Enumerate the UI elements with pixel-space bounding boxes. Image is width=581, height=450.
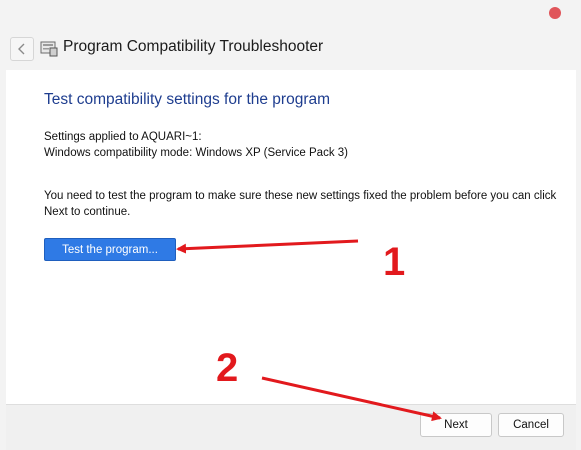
troubleshooter-icon (40, 41, 58, 57)
test-program-button[interactable]: Test the program... (44, 238, 176, 261)
next-button[interactable]: Next (420, 413, 492, 437)
content-panel: Test compatibility settings for the prog… (6, 70, 576, 404)
compat-mode-text: Windows compatibility mode: Windows XP (… (44, 147, 349, 159)
settings-summary: Settings applied to AQUARI~1: Windows co… (44, 129, 348, 161)
instructions-text: You need to test the program to make sur… (44, 190, 557, 218)
cancel-button[interactable]: Cancel (498, 413, 564, 437)
annotation-label-1: 1 (383, 240, 406, 284)
annotation-label-2: 2 (216, 346, 239, 390)
back-button[interactable] (10, 37, 34, 61)
settings-applied-text: Settings applied to AQUARI~1: (44, 131, 202, 143)
window-title: Program Compatibility Troubleshooter (63, 38, 324, 55)
title-bar: Program Compatibility Troubleshooter (0, 30, 581, 66)
page-heading: Test compatibility settings for the prog… (44, 91, 331, 108)
footer-bar: Next Cancel (6, 404, 576, 450)
window-close-dot[interactable] (549, 7, 561, 19)
chevron-left-icon (18, 43, 25, 55)
